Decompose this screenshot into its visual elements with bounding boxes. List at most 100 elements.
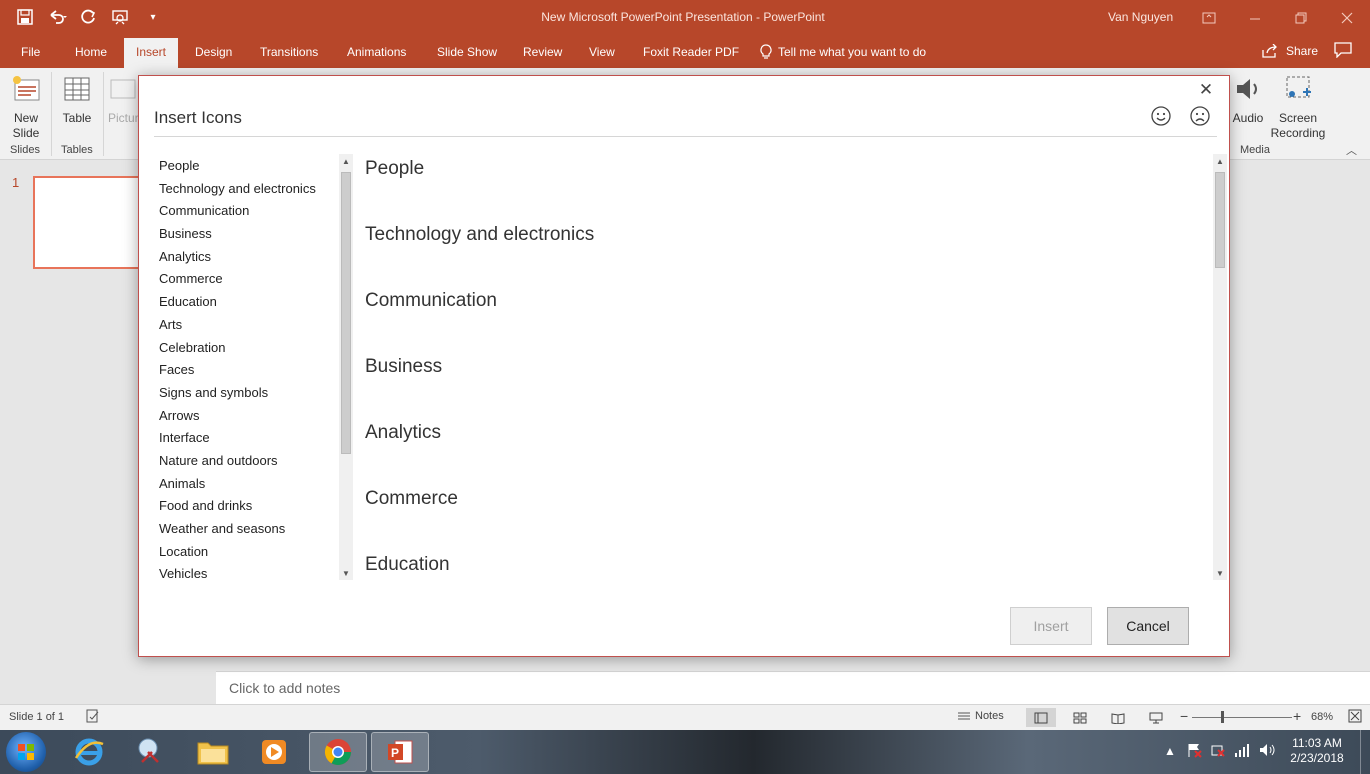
frown-feedback-icon[interactable] (1189, 105, 1211, 127)
insert-icons-dialog: ✕ Insert Icons People Technology and ele… (138, 75, 1230, 657)
clock-time: 11:03 AM (1292, 736, 1342, 750)
zoom-out-button[interactable]: − (1180, 708, 1188, 724)
scrollbar-thumb[interactable] (341, 172, 351, 454)
tab-file[interactable]: File (21, 45, 40, 59)
category-business[interactable]: Business (159, 224, 339, 247)
table-label: Table (62, 111, 92, 125)
comments-icon[interactable] (1334, 42, 1352, 62)
smile-feedback-icon[interactable] (1150, 105, 1172, 127)
scroll-down-arrow-icon[interactable]: ▼ (1213, 566, 1227, 580)
fit-to-window-icon[interactable] (1348, 709, 1362, 726)
slide-show-view-icon[interactable] (1141, 708, 1171, 727)
snipping-tool-icon[interactable] (121, 732, 179, 772)
category-people[interactable]: People (159, 156, 339, 179)
restore-icon[interactable] (1278, 0, 1324, 36)
scroll-up-arrow-icon[interactable]: ▲ (339, 154, 353, 168)
category-food-and-drinks[interactable]: Food and drinks (159, 496, 339, 519)
title-bar: ▾ New Microsoft PowerPoint Presentation … (0, 0, 1370, 36)
tab-foxit-reader-pdf[interactable]: Foxit Reader PDF (643, 45, 739, 59)
status-bar: Slide 1 of 1 Notes − + 68% (0, 704, 1370, 730)
close-window-icon[interactable] (1324, 0, 1370, 36)
pictures-label: Pictur (108, 111, 138, 125)
tab-insert[interactable]: Insert (124, 38, 179, 68)
new-slide-label-1: New (13, 111, 38, 125)
chrome-icon[interactable] (309, 732, 367, 772)
pictures-button[interactable]: Pictur (108, 74, 138, 126)
volume-icon[interactable] (1258, 742, 1276, 761)
category-arts[interactable]: Arts (159, 315, 339, 338)
category-location[interactable]: Location (159, 542, 339, 565)
action-center-flag-icon[interactable] (1186, 742, 1202, 761)
category-weather-and-seasons[interactable]: Weather and seasons (159, 519, 339, 542)
icon-gallery-scrollbar[interactable]: ▲ ▼ (1213, 154, 1227, 580)
zoom-slider-thumb[interactable] (1221, 711, 1224, 723)
category-analytics[interactable]: Analytics (159, 247, 339, 270)
dialog-close-icon[interactable]: ✕ (1197, 80, 1215, 100)
ribbon-display-options-icon[interactable] (1186, 0, 1232, 36)
tab-view[interactable]: View (589, 45, 615, 59)
screen-recording-icon (1286, 76, 1311, 98)
minimize-icon[interactable] (1232, 0, 1278, 36)
screen-recording-button[interactable]: Screen Recording (1266, 74, 1330, 141)
category-education[interactable]: Education (159, 292, 339, 315)
category-arrows[interactable]: Arrows (159, 406, 339, 429)
start-button[interactable] (6, 732, 46, 772)
spell-check-icon[interactable] (86, 709, 100, 726)
svg-text:P: P (391, 746, 399, 760)
table-button[interactable]: Table (58, 74, 96, 126)
ribbon-separator (51, 72, 52, 156)
tab-review[interactable]: Review (523, 45, 562, 59)
notes-toggle-label: Notes (975, 710, 1004, 722)
scrollbar-thumb[interactable] (1215, 172, 1225, 268)
power-icon[interactable] (1210, 742, 1226, 761)
tab-animations[interactable]: Animations (347, 45, 406, 59)
zoom-in-button[interactable]: + (1293, 708, 1301, 724)
category-list-scrollbar[interactable]: ▲ ▼ (339, 154, 353, 580)
insert-button[interactable]: Insert (1010, 607, 1092, 645)
category-celebration[interactable]: Celebration (159, 338, 339, 361)
collapse-ribbon-icon[interactable]: ︿ (1346, 142, 1357, 158)
tab-design[interactable]: Design (195, 45, 232, 59)
category-commerce[interactable]: Commerce (159, 269, 339, 292)
powerpoint-icon[interactable]: P (371, 732, 429, 772)
category-signs-and-symbols[interactable]: Signs and symbols (159, 383, 339, 406)
normal-view-icon[interactable] (1026, 708, 1056, 727)
category-communication[interactable]: Communication (159, 201, 339, 224)
ribbon-separator (103, 72, 104, 156)
section-heading-people: People (365, 158, 425, 179)
show-desktop-button[interactable] (1360, 730, 1370, 774)
audio-button[interactable]: Audio (1230, 74, 1266, 126)
category-animals[interactable]: Animals (159, 474, 339, 497)
category-nature-and-outdoors[interactable]: Nature and outdoors (159, 451, 339, 474)
tell-me-box[interactable]: Tell me what you want to do (760, 44, 926, 59)
tab-home[interactable]: Home (75, 45, 107, 59)
user-name[interactable]: Van Nguyen (1108, 10, 1173, 24)
share-button[interactable]: Share (1262, 44, 1318, 58)
category-technology-and-electronics[interactable]: Technology and electronics (159, 179, 339, 202)
share-label: Share (1286, 44, 1319, 58)
category-interface[interactable]: Interface (159, 428, 339, 451)
scroll-down-arrow-icon[interactable]: ▼ (339, 566, 353, 580)
zoom-level[interactable]: 68% (1311, 711, 1333, 723)
category-vehicles[interactable]: Vehicles (159, 564, 339, 587)
system-clock[interactable]: 11:03 AM 2/23/2018 (1280, 736, 1354, 766)
show-hidden-icons[interactable]: ▲ (1164, 744, 1176, 758)
cancel-button[interactable]: Cancel (1107, 607, 1189, 645)
internet-explorer-icon[interactable] (60, 732, 118, 772)
notes-placeholder: Click to add notes (229, 680, 341, 696)
network-icon[interactable] (1234, 742, 1250, 761)
category-faces[interactable]: Faces (159, 360, 339, 383)
scroll-up-arrow-icon[interactable]: ▲ (1213, 154, 1227, 168)
group-label-tables: Tables (61, 144, 93, 156)
notes-toggle[interactable]: Notes (958, 710, 1004, 722)
notes-pane[interactable]: Click to add notes (216, 671, 1370, 704)
zoom-slider-track[interactable] (1192, 717, 1292, 718)
new-slide-button[interactable]: New Slide (6, 74, 46, 141)
reading-view-icon[interactable] (1103, 708, 1133, 727)
tab-slide-show[interactable]: Slide Show (437, 45, 497, 59)
slide-number: 1 (12, 175, 20, 190)
media-player-icon[interactable] (245, 732, 303, 772)
slide-sorter-icon[interactable] (1065, 708, 1095, 727)
tab-transitions[interactable]: Transitions (260, 45, 318, 59)
file-explorer-icon[interactable] (184, 732, 242, 772)
